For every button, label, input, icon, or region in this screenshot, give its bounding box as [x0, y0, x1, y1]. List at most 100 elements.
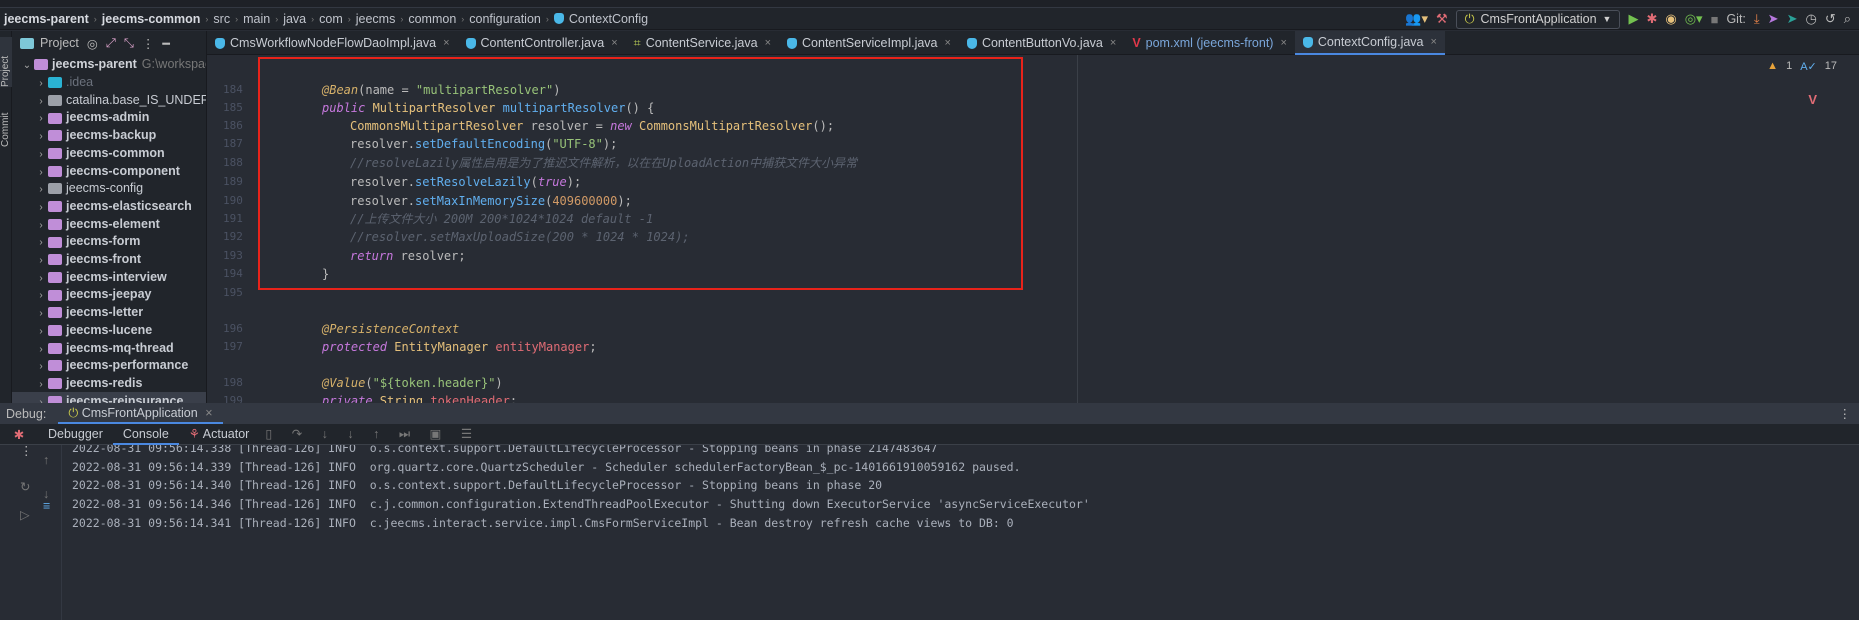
- tree-item[interactable]: › jeecms-lucene: [12, 321, 206, 339]
- menu-bar: [0, 0, 1859, 8]
- editor-tab[interactable]: ContentController.java ×: [458, 31, 626, 55]
- project-view-select[interactable]: Project: [40, 36, 79, 50]
- close-icon[interactable]: ×: [945, 37, 951, 49]
- line-number: 185: [223, 101, 243, 114]
- actuator-icon: ⚘: [188, 426, 200, 441]
- console-output[interactable]: 2022-08-31 09:56:14.338 [Thread-126] INF…: [62, 445, 1859, 620]
- tree-item[interactable]: › jeecms-jeepay: [12, 285, 206, 303]
- search-icon[interactable]: ⌕: [1844, 11, 1851, 27]
- breadcrumb-item[interactable]: common: [408, 12, 456, 26]
- tree-item[interactable]: › jeecms-component: [12, 162, 206, 180]
- tab-debugger[interactable]: Debugger: [38, 424, 113, 445]
- close-icon[interactable]: ×: [1110, 37, 1116, 49]
- commit-tool-tab[interactable]: Commit: [0, 101, 12, 147]
- close-icon[interactable]: ×: [1280, 37, 1286, 49]
- breadcrumb-item[interactable]: src: [213, 12, 230, 26]
- tree-item[interactable]: › jeecms-backup: [12, 126, 206, 144]
- close-icon[interactable]: ×: [765, 37, 771, 49]
- code-token: entityManager: [495, 340, 590, 354]
- git-update-icon[interactable]: ⤓: [1754, 11, 1760, 27]
- code-token: @PersistenceContext: [322, 322, 460, 336]
- more-icon[interactable]: ⋮: [20, 443, 33, 458]
- breadcrumb-item[interactable]: configuration: [469, 12, 541, 26]
- coverage-icon[interactable]: ◉: [1665, 11, 1676, 27]
- tree-item[interactable]: › jeecms-config: [12, 179, 206, 197]
- breadcrumb-item[interactable]: jeecms: [356, 12, 396, 26]
- breadcrumb-item[interactable]: com: [319, 12, 343, 26]
- tab-actuator[interactable]: ⚘ Actuator: [179, 424, 260, 445]
- profiler-icon[interactable]: ◎▾: [1685, 11, 1703, 27]
- console-line: 2022-08-31 09:56:14.339 [Thread-126] INF…: [72, 459, 1021, 474]
- tree-item[interactable]: › jeecms-front: [12, 250, 206, 268]
- editor-tab[interactable]: ContentButtonVo.java ×: [959, 31, 1124, 55]
- history-icon[interactable]: ◷: [1805, 11, 1816, 27]
- close-icon[interactable]: ×: [611, 37, 617, 49]
- line-number: 194: [223, 267, 243, 280]
- tree-item[interactable]: › jeecms-redis: [12, 374, 206, 392]
- soft-wrap-icon[interactable]: ≡: [43, 499, 50, 513]
- debug-session-tab[interactable]: ⏻ CmsFrontApplication ×: [58, 403, 223, 424]
- hide-icon[interactable]: ━: [162, 36, 170, 51]
- stop-icon[interactable]: ■: [1711, 12, 1719, 27]
- options-icon[interactable]: ⋮: [142, 36, 155, 51]
- options-icon[interactable]: ⋮: [1839, 406, 1852, 421]
- rollback-icon[interactable]: ↺: [1825, 11, 1836, 27]
- code-token: "${token.header}": [372, 376, 496, 390]
- tree-item[interactable]: › jeecms-element: [12, 215, 206, 233]
- maven-reload-icon[interactable]: V: [1808, 92, 1817, 107]
- tree-item[interactable]: › .idea: [12, 73, 206, 91]
- breadcrumb-item[interactable]: java: [283, 12, 306, 26]
- tree-item-label: jeecms-mq-thread: [66, 340, 174, 355]
- close-icon[interactable]: ×: [443, 37, 449, 49]
- editor-tab[interactable]: ContentServiceImpl.java ×: [779, 31, 959, 55]
- tree-item-label: jeecms-interview: [66, 269, 167, 284]
- tree-item[interactable]: › jeecms-reinsurance: [12, 391, 206, 403]
- tree-item[interactable]: › jeecms-admin: [12, 108, 206, 126]
- tree-item[interactable]: › jeecms-performance: [12, 356, 206, 374]
- close-icon[interactable]: ×: [1431, 36, 1437, 48]
- close-icon[interactable]: ×: [205, 406, 212, 420]
- collapse-all-icon[interactable]: ⤡: [124, 36, 134, 51]
- chevron-right-icon: ›: [93, 13, 97, 24]
- debug-bug-icon[interactable]: ✱: [1646, 11, 1657, 27]
- breadcrumb-item[interactable]: ContextConfig: [569, 12, 648, 26]
- line-number: 191: [223, 212, 243, 225]
- tree-item[interactable]: › jeecms-letter: [12, 303, 206, 321]
- editor-tab[interactable]: Vpom.xml (jeecms-front) ×: [1124, 31, 1295, 55]
- tree-item[interactable]: › jeecms-mq-thread: [12, 339, 206, 357]
- editor-tab[interactable]: CmsWorkflowNodeFlowDaoImpl.java ×: [207, 31, 458, 55]
- scroll-up-icon[interactable]: ↑: [43, 453, 49, 467]
- tree-item[interactable]: › jeecms-elasticsearch: [12, 197, 206, 215]
- folder-icon: [48, 201, 62, 213]
- expand-all-icon[interactable]: ⤢: [106, 36, 116, 51]
- breadcrumb-item[interactable]: jeecms-common: [102, 12, 201, 26]
- breadcrumb-item[interactable]: jeecms-parent: [4, 12, 89, 26]
- tree-item[interactable]: ›catalina.base_IS_UNDEFINED: [12, 91, 206, 109]
- step-controls[interactable]: ▯ ↷ ↓ ↓ ↑ ⏭ ▣ ☰: [265, 426, 480, 442]
- tree-item[interactable]: › jeecms-common: [12, 144, 206, 162]
- project-tool-tab[interactable]: Project: [0, 37, 12, 87]
- vcs-users-icon[interactable]: 👥▾: [1405, 11, 1428, 27]
- git-commit-icon[interactable]: ➤: [1768, 11, 1779, 27]
- run-icon[interactable]: ▶: [1628, 11, 1638, 27]
- debug-bug-icon[interactable]: ✱: [0, 427, 38, 442]
- tree-item[interactable]: › jeecms-interview: [12, 268, 206, 286]
- breadcrumb-item[interactable]: main: [243, 12, 270, 26]
- folder-icon: [48, 165, 62, 177]
- git-push-icon[interactable]: ➤: [1787, 11, 1798, 27]
- tree-item-label: jeecms-config: [66, 181, 144, 196]
- inspection-widget[interactable]: ▲ 1 A✓ 17: [1767, 60, 1837, 73]
- tab-console[interactable]: Console: [112, 424, 179, 445]
- debug-header: Debug: ⏻ CmsFrontApplication × ⋮: [0, 403, 1859, 424]
- editor-tab[interactable]: ContextConfig.java ×: [1294, 31, 1445, 55]
- tree-item[interactable]: › jeecms-form: [12, 232, 206, 250]
- rerun-icon[interactable]: ↻: [20, 479, 30, 494]
- run-configuration-select[interactable]: ⏻ CmsFrontApplication ▼: [1455, 9, 1621, 29]
- editor-tab[interactable]: ⌗ ContentService.java ×: [626, 31, 779, 55]
- build-hammer-icon[interactable]: ⚒: [1436, 11, 1448, 27]
- line-number: 198: [223, 376, 243, 389]
- tree-root[interactable]: ⌄jeecms-parentG:\workspace\g: [12, 55, 206, 73]
- actuator-label: Actuator: [202, 426, 250, 441]
- locate-icon[interactable]: ◎: [87, 36, 98, 51]
- resume-icon[interactable]: ▷: [20, 507, 30, 522]
